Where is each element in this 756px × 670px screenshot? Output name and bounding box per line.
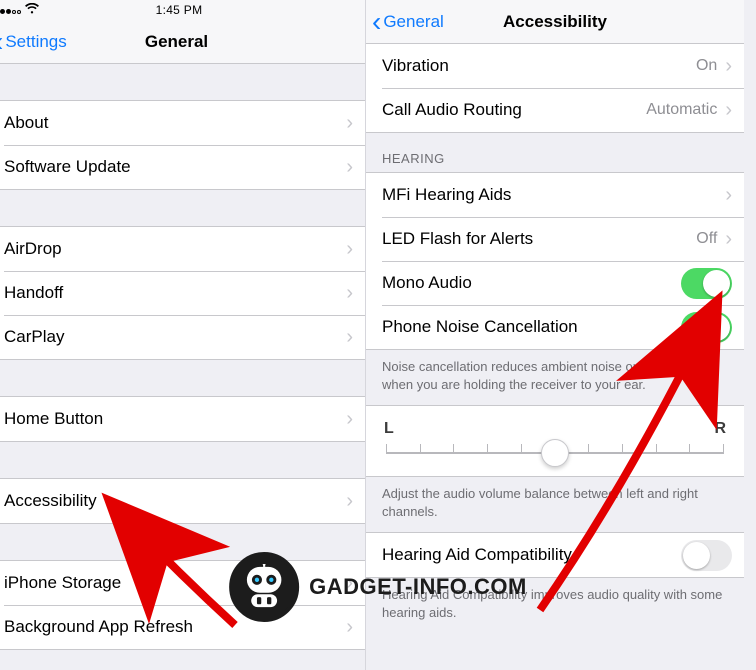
row-phone-noise-cancel[interactable]: Phone Noise Cancellation — [366, 305, 744, 349]
watermark-logo-icon — [229, 552, 299, 622]
group-accessibility: Accessibility › — [0, 478, 365, 524]
chevron-right-icon: › — [725, 228, 732, 251]
audio-balance-slider-row: L R — [366, 406, 744, 476]
group-home-button: Home Button › — [0, 396, 365, 442]
row-label: CarPlay — [4, 327, 346, 347]
audio-balance-slider[interactable] — [386, 452, 724, 454]
row-label: Handoff — [4, 283, 346, 303]
toggle-hearing-aid-compat[interactable] — [681, 540, 732, 571]
chevron-right-icon: › — [346, 238, 353, 261]
chevron-right-icon: › — [725, 184, 732, 207]
toggle-mono-audio[interactable] — [681, 268, 732, 299]
group-about-update: About › Software Update › — [0, 100, 365, 190]
row-about[interactable]: About › — [0, 101, 365, 145]
row-mono-audio[interactable]: Mono Audio — [366, 261, 744, 305]
row-mfi-hearing-aids[interactable]: MFi Hearing Aids › — [366, 173, 744, 217]
watermark: GADGET-INFO.COM — [229, 552, 527, 622]
nav-title-accessibility: Accessibility — [366, 0, 744, 44]
row-home-button[interactable]: Home Button › — [0, 397, 365, 441]
signal-dots-icon — [0, 3, 22, 17]
row-label: Vibration — [382, 56, 696, 76]
navbar-general: ‹ Settings General — [0, 20, 365, 64]
chevron-right-icon: › — [346, 112, 353, 135]
row-label: Mono Audio — [382, 273, 681, 293]
row-vibration[interactable]: Vibration On › — [366, 44, 744, 88]
footer-balance: Adjust the audio volume balance between … — [366, 477, 744, 532]
navbar-accessibility: ‹ General Accessibility — [366, 0, 744, 44]
chevron-right-icon: › — [346, 408, 353, 431]
chevron-right-icon: › — [725, 99, 732, 122]
row-led-flash[interactable]: LED Flash for Alerts Off › — [366, 217, 744, 261]
row-carplay[interactable]: CarPlay › — [0, 315, 365, 359]
section-header-hearing: HEARING — [366, 133, 744, 172]
row-label: Accessibility — [4, 491, 346, 511]
group-airdrop: AirDrop › Handoff › CarPlay › — [0, 226, 365, 360]
row-label: LED Flash for Alerts — [382, 229, 696, 249]
chevron-right-icon: › — [346, 490, 353, 513]
nav-title-general: General — [0, 20, 365, 64]
row-label: Call Audio Routing — [382, 100, 646, 120]
status-time: 1:45 PM — [156, 3, 203, 17]
row-detail: Off — [696, 230, 717, 248]
toggle-phone-noise-cancel[interactable] — [681, 312, 732, 343]
row-airdrop[interactable]: AirDrop › — [0, 227, 365, 271]
chevron-right-icon: › — [346, 156, 353, 179]
row-label: MFi Hearing Aids — [382, 185, 725, 205]
status-bar: 1:45 PM — [0, 0, 365, 20]
row-label: Home Button — [4, 409, 346, 429]
watermark-text: GADGET-INFO.COM — [309, 574, 527, 600]
wifi-icon — [25, 3, 39, 17]
row-software-update[interactable]: Software Update › — [0, 145, 365, 189]
group-top-rows: Vibration On › Call Audio Routing Automa… — [366, 44, 744, 133]
row-label: Phone Noise Cancellation — [382, 317, 681, 337]
row-accessibility[interactable]: Accessibility › — [0, 479, 365, 523]
row-label: Software Update — [4, 157, 346, 177]
slider-thumb[interactable] — [541, 439, 569, 467]
balance-label-right: R — [714, 420, 726, 438]
balance-label-left: L — [384, 420, 394, 438]
row-detail: On — [696, 57, 717, 75]
group-balance: L R — [366, 405, 744, 477]
row-handoff[interactable]: Handoff › — [0, 271, 365, 315]
row-label: AirDrop — [4, 239, 346, 259]
row-call-audio-routing[interactable]: Call Audio Routing Automatic › — [366, 88, 744, 132]
row-label: About — [4, 113, 346, 133]
row-detail: Automatic — [646, 101, 717, 119]
footer-noise-cancel: Noise cancellation reduces ambient noise… — [366, 350, 744, 405]
chevron-right-icon: › — [725, 55, 732, 78]
group-hearing: MFi Hearing Aids › LED Flash for Alerts … — [366, 172, 744, 350]
chevron-right-icon: › — [346, 326, 353, 349]
chevron-right-icon: › — [346, 282, 353, 305]
